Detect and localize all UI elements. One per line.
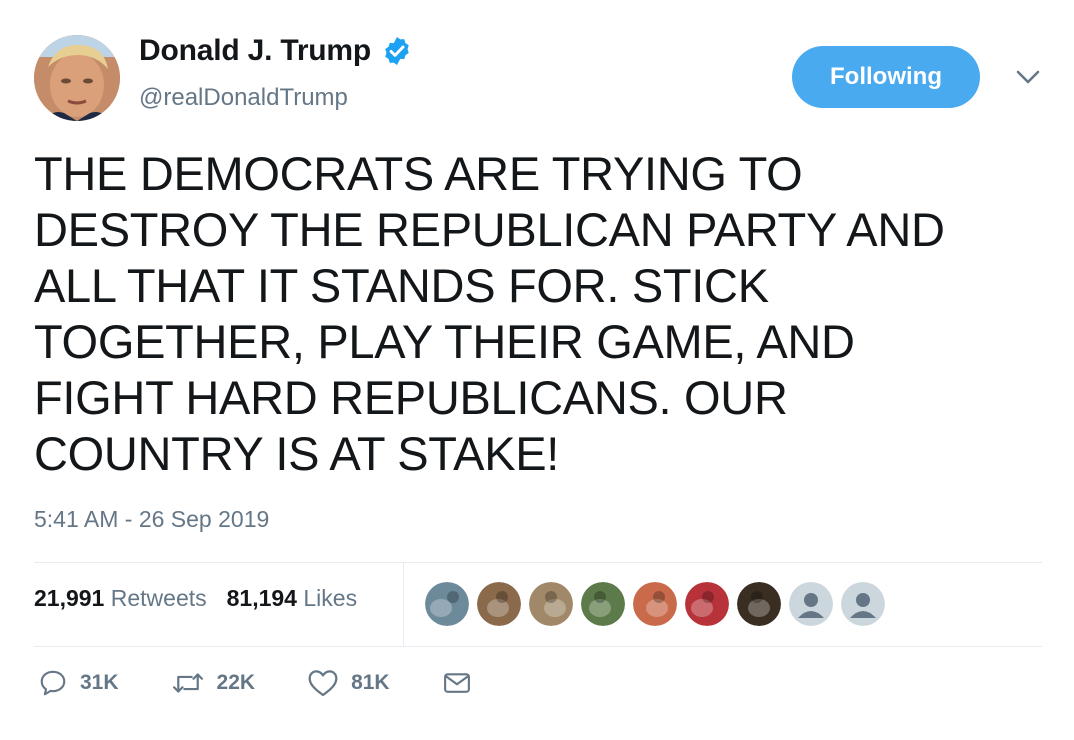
liker-avatar[interactable] (425, 582, 469, 626)
likes-label: Likes (303, 585, 358, 611)
like-count: 81K (351, 671, 390, 694)
avatar-image (34, 35, 120, 121)
like-button[interactable]: 81K (307, 668, 390, 698)
tweet-stats: 21,991 Retweets 81,194 Likes (34, 585, 357, 612)
tweet-timestamp[interactable]: 5:41 AM - 26 Sep 2019 (34, 506, 269, 533)
reply-count: 31K (80, 671, 119, 694)
default-avatar[interactable] (789, 582, 833, 626)
author-name[interactable]: Donald J. Trump (139, 34, 371, 68)
liker-avatars (425, 582, 885, 626)
tweet-line: FIGHT HARD REPUBLICANS. OUR (34, 371, 788, 424)
liker-avatar[interactable] (685, 582, 729, 626)
liker-avatar[interactable] (737, 582, 781, 626)
default-avatar[interactable] (841, 582, 885, 626)
divider-bottom (34, 646, 1042, 647)
retweet-button[interactable]: 22K (171, 668, 256, 698)
likes-stat[interactable]: 81,194 Likes (227, 585, 357, 612)
reply-icon (40, 670, 66, 696)
tweet-line: TOGETHER, PLAY THEIR GAME, AND (34, 315, 855, 368)
liker-avatar[interactable] (581, 582, 625, 626)
liker-avatar[interactable] (477, 582, 521, 626)
author-handle[interactable]: @realDonaldTrump (139, 84, 348, 112)
author-name-row: Donald J. Trump (139, 34, 413, 68)
tweet-line: ALL THAT IT STANDS FOR. STICK (34, 259, 769, 312)
stats-separator (403, 563, 404, 646)
following-button[interactable]: Following (792, 46, 980, 108)
envelope-icon (443, 673, 470, 693)
liker-avatar[interactable] (633, 582, 677, 626)
retweets-stat[interactable]: 21,991 Retweets (34, 585, 207, 612)
divider-top (34, 562, 1042, 563)
retweet-count: 22K (216, 671, 256, 694)
tweet-line: DESTROY THE REPUBLICAN PARTY AND (34, 203, 945, 256)
retweets-label: Retweets (110, 585, 207, 611)
heart-icon (308, 670, 338, 697)
retweets-count: 21,991 (34, 585, 105, 611)
retweet-icon (172, 673, 203, 693)
chevron-down-icon[interactable] (1014, 66, 1042, 88)
likes-count: 81,194 (226, 585, 297, 611)
tweet-text: THE DEMOCRATS ARE TRYING TO DESTROY THE … (34, 146, 1044, 482)
tweet-line: COUNTRY IS AT STAKE! (34, 427, 560, 480)
verified-badge-icon (385, 37, 409, 65)
direct-message-button[interactable] (442, 668, 472, 698)
tweet-actions: 31K 22K 81K (38, 668, 524, 698)
reply-button[interactable]: 31K (38, 668, 119, 698)
tweet-line: THE DEMOCRATS ARE TRYING TO (34, 147, 803, 200)
liker-avatar[interactable] (529, 582, 573, 626)
author-avatar[interactable] (34, 35, 120, 121)
